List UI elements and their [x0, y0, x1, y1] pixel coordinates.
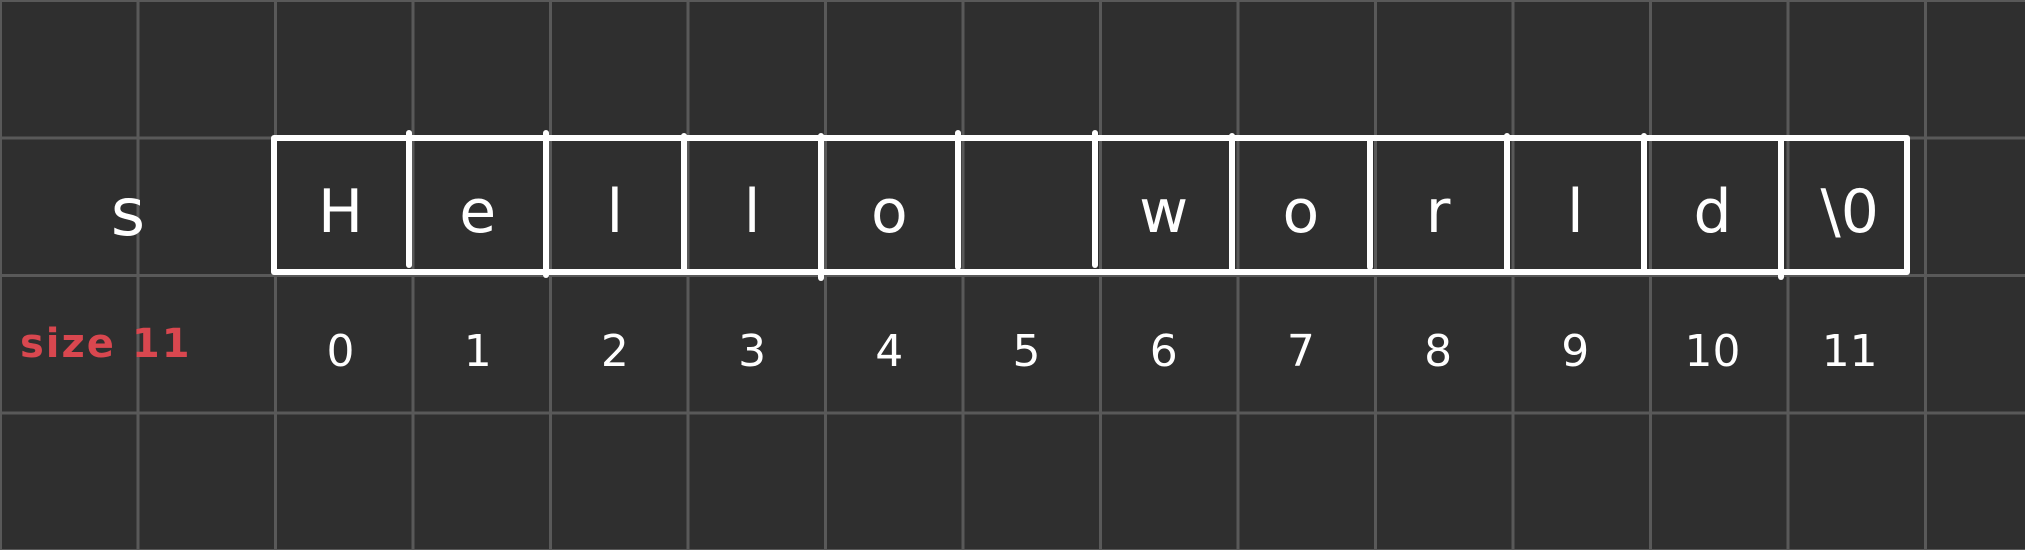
whiteboard-canvas: s size 11 He l l o w o r l d \0 0 1 2 3 4 5 6 7 8 9 10 11	[0, 0, 2025, 550]
array-index-label: 9	[1561, 326, 1590, 377]
array-index-label: 11	[1821, 326, 1878, 377]
array-index-label: 4	[875, 326, 904, 377]
array-index-label: 6	[1149, 326, 1178, 377]
array-index-label: 0	[326, 326, 355, 377]
array-cell-char: l	[606, 177, 624, 247]
array-cell-char: e	[459, 177, 497, 247]
array-index-label: 5	[1012, 326, 1041, 377]
array-cell-char: H	[317, 177, 364, 247]
array-cell-char: d	[1693, 177, 1732, 247]
variable-name-label: s	[110, 174, 146, 251]
array-index-label: 3	[738, 326, 767, 377]
array-cell-char: o	[870, 177, 908, 247]
size-annotation: size 11	[20, 321, 192, 367]
array-index-label: 7	[1286, 326, 1315, 377]
array-index-label: 2	[600, 326, 629, 377]
array-index-label: 10	[1684, 326, 1741, 377]
array-cell-char: w	[1139, 177, 1189, 247]
array-cell-char: l	[743, 177, 761, 247]
array-cell-char: o	[1282, 177, 1320, 247]
array-cell-char: \0	[1820, 177, 1879, 247]
array-cell-char: r	[1425, 177, 1451, 247]
array-index-label: 8	[1424, 326, 1453, 377]
array-cell-char: l	[1566, 177, 1584, 247]
array-index-label: 1	[463, 326, 492, 377]
